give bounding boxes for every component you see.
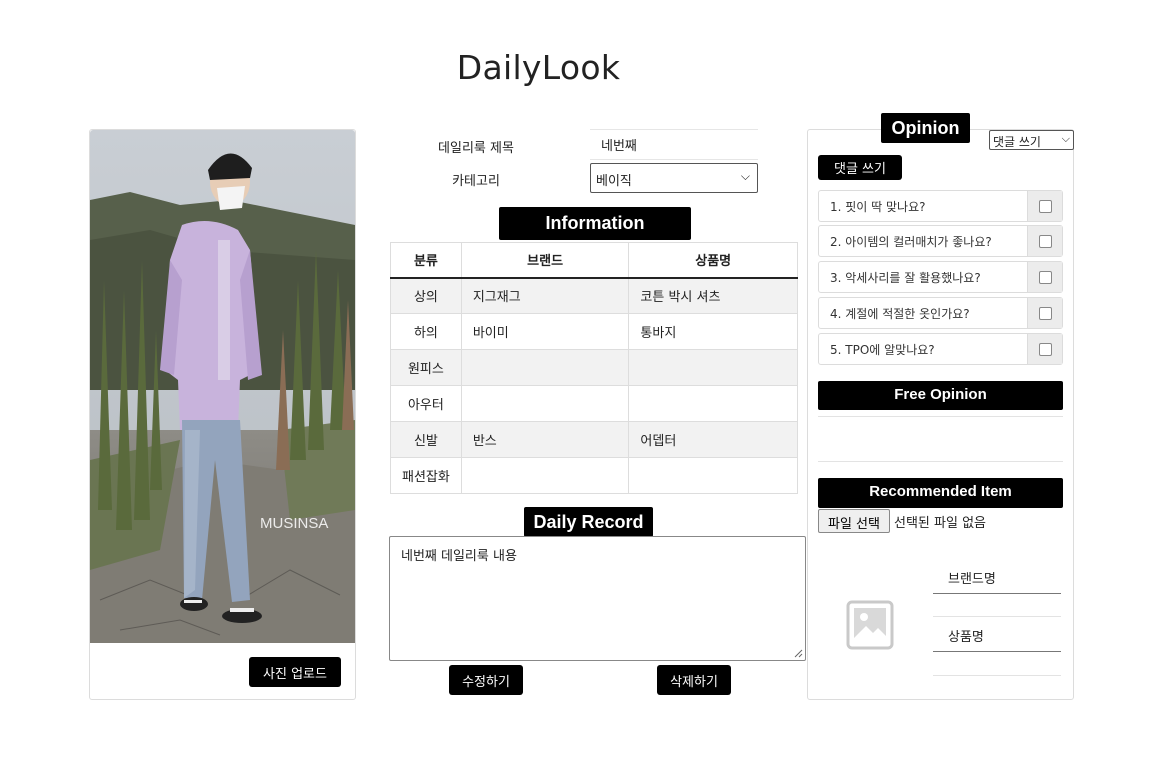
chevron-down-icon: ⌵: [740, 169, 750, 183]
write-comment-button[interactable]: 댓글 쓰기: [818, 155, 902, 180]
recommended-item-header: Recommended Item: [818, 478, 1063, 508]
question-checkbox-cell: [1027, 334, 1062, 364]
title-label: 데일리룩 제목: [438, 141, 514, 156]
question-text: 4. 계절에 적절한 옷인가요?: [830, 307, 970, 321]
file-select-button[interactable]: 파일 선택: [818, 509, 890, 533]
information-header: Information: [499, 207, 691, 240]
question-text: 2. 아이템의 컬러매치가 좋나요?: [830, 235, 992, 249]
field-divider: [933, 675, 1061, 676]
title-input[interactable]: [590, 129, 758, 160]
product-field-underline: [933, 651, 1061, 652]
free-opinion-divider: [818, 416, 1063, 417]
outfit-photo: MUSINSA: [90, 130, 355, 643]
question-checkbox[interactable]: [1039, 235, 1052, 248]
row-category: 신발: [390, 421, 462, 458]
photo-upload-button[interactable]: 사진 업로드: [249, 657, 341, 687]
column-header-product: 상품명: [628, 242, 798, 279]
question-checkbox[interactable]: [1039, 200, 1052, 213]
opinion-header: Opinion: [881, 113, 970, 143]
row-category: 원피스: [390, 349, 462, 386]
question-checkbox-cell: [1027, 262, 1062, 292]
question-checkbox-cell: [1027, 298, 1062, 328]
question-item: 1. 핏이 딱 맞나요?: [818, 190, 1063, 222]
recommended-brand-field[interactable]: 브랜드명: [933, 568, 1061, 587]
daily-record-textarea[interactable]: 네번째 데일리룩 내용: [389, 536, 806, 661]
column-header-brand: 브랜드: [460, 242, 630, 279]
brand-field-underline: [933, 593, 1061, 594]
row-brand: [460, 457, 630, 494]
column-header-category: 분류: [390, 242, 462, 279]
row-category: 하의: [390, 313, 462, 350]
file-status: 선택된 파일 없음: [894, 516, 986, 531]
free-opinion-header: Free Opinion: [818, 381, 1063, 410]
comment-select-value: 댓글 쓰기: [993, 135, 1041, 149]
daily-record-header: Daily Record: [524, 507, 653, 537]
resize-grip-icon[interactable]: [794, 649, 803, 658]
question-checkbox[interactable]: [1039, 343, 1052, 356]
question-checkbox-cell: [1027, 191, 1062, 221]
row-brand: 지그재그: [460, 277, 630, 314]
free-opinion-divider: [818, 461, 1063, 462]
row-product: 어뎁터: [628, 421, 798, 458]
row-product: [628, 457, 798, 494]
question-checkbox[interactable]: [1039, 271, 1052, 284]
field-divider: [933, 616, 1061, 617]
row-category: 상의: [390, 277, 462, 314]
question-checkbox[interactable]: [1039, 307, 1052, 320]
photo-card: MUSINSA 사진 업로드: [89, 129, 356, 700]
image-placeholder-icon: [846, 600, 894, 650]
table-row: 원피스: [390, 349, 798, 386]
category-select[interactable]: 베이직 ⌵: [590, 163, 758, 193]
edit-button[interactable]: 수정하기: [449, 665, 523, 695]
question-text: 5. TPO에 알맞나요?: [830, 343, 935, 357]
table-row: 상의 지그재그 코튼 박시 셔츠: [390, 277, 798, 314]
question-item: 4. 계절에 적절한 옷인가요?: [818, 297, 1063, 329]
table-row: 패션잡화: [390, 457, 798, 494]
row-brand: 반스: [460, 421, 630, 458]
table-row: 아우터: [390, 385, 798, 422]
question-text: 1. 핏이 딱 맞나요?: [830, 200, 926, 214]
row-category: 패션잡화: [390, 457, 462, 494]
question-checkbox-cell: [1027, 226, 1062, 256]
row-product: [628, 349, 798, 386]
recommended-product-field[interactable]: 상품명: [933, 626, 1061, 645]
question-text: 3. 악세사리를 잘 활용했나요?: [830, 271, 981, 285]
row-brand: 바이미: [460, 313, 630, 350]
category-selected-value: 베이직: [596, 174, 632, 189]
question-item: 2. 아이템의 컬러매치가 좋나요?: [818, 225, 1063, 257]
information-table: 분류 브랜드 상품명 상의 지그재그 코튼 박시 셔츠 하의 바이미 통바지 원…: [390, 242, 798, 494]
question-item: 3. 악세사리를 잘 활용했나요?: [818, 261, 1063, 293]
daily-record-text: 네번째 데일리룩 내용: [401, 549, 517, 564]
row-brand: [460, 349, 630, 386]
table-header-row: 분류 브랜드 상품명: [390, 242, 798, 279]
row-product: 코튼 박시 셔츠: [628, 277, 798, 314]
table-row: 하의 바이미 통바지: [390, 313, 798, 350]
photo-watermark: MUSINSA: [260, 515, 328, 532]
row-category: 아우터: [390, 385, 462, 422]
comment-select[interactable]: 댓글 쓰기 ⌵: [989, 130, 1074, 150]
page-title: DailyLook: [456, 48, 621, 87]
chevron-down-icon: ⌵: [1061, 132, 1070, 145]
row-product: [628, 385, 798, 422]
table-row: 신발 반스 어뎁터: [390, 421, 798, 458]
delete-button[interactable]: 삭제하기: [657, 665, 731, 695]
question-item: 5. TPO에 알맞나요?: [818, 333, 1063, 365]
row-product: 통바지: [628, 313, 798, 350]
row-brand: [460, 385, 630, 422]
category-label: 카테고리: [452, 174, 500, 189]
